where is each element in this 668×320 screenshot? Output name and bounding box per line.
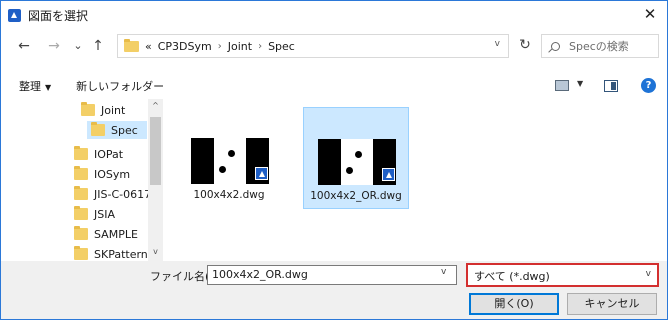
organize-label: 整理	[19, 80, 41, 93]
search-box[interactable]: Specの検索	[541, 34, 659, 58]
search-icon	[551, 41, 560, 51]
new-folder-button[interactable]: 新しいフォルダー	[76, 78, 164, 94]
file-item-selected[interactable]: 100x4x2_OR.dwg	[303, 107, 409, 209]
tree-item-label: IOPat	[94, 147, 124, 161]
breadcrumb-separator[interactable]: ›	[218, 41, 222, 52]
breadcrumb-cp3dsym[interactable]: CP3DSym	[158, 40, 212, 53]
folder-icon	[74, 206, 88, 220]
tree-item-jsia[interactable]: JSIA	[74, 205, 115, 223]
tree-item-spec[interactable]: Spec	[87, 121, 147, 139]
filename-dropdown-icon[interactable]: v	[441, 267, 446, 277]
filename-field[interactable]: 100x4x2_OR.dwg	[207, 265, 457, 285]
tree-item-iosym[interactable]: IOSym	[74, 165, 130, 183]
chevron-down-icon[interactable]: v	[646, 269, 651, 279]
drawing-thumbnail	[318, 139, 396, 185]
open-button[interactable]: 開く(O)	[469, 293, 559, 315]
folder-icon	[74, 226, 88, 240]
scroll-down-icon[interactable]: v	[148, 247, 163, 259]
tree-item-jis-c-0617[interactable]: JIS-C-0617	[74, 185, 151, 203]
view-options-chevron-icon[interactable]: ▼	[577, 79, 583, 88]
file-name-label: 100x4x2_OR.dwg	[310, 190, 402, 202]
tree-item-joint[interactable]: Joint	[81, 101, 145, 119]
scrollbar-thumb[interactable]	[150, 117, 161, 185]
thumbnail-dot	[228, 150, 235, 157]
folder-icon	[81, 102, 95, 116]
file-list: 100x4x2.dwg 100x4x2_OR.dwg	[167, 99, 667, 261]
file-type-value: すべて (*.dwg)	[474, 270, 550, 283]
folder-icon	[74, 186, 88, 200]
file-type-filter[interactable]: すべて (*.dwg) v	[466, 263, 659, 287]
breadcrumb-spec[interactable]: Spec	[268, 40, 295, 53]
help-icon[interactable]: ?	[641, 78, 656, 93]
thumbnail-dot	[219, 166, 226, 173]
preview-pane-icon[interactable]	[604, 80, 618, 92]
address-dropdown-icon[interactable]: v	[495, 39, 500, 49]
dialog-title: 図面を選択	[28, 8, 89, 23]
thumbnail-white-band	[341, 139, 373, 185]
thumbnail-dot	[355, 151, 362, 158]
tree-item-label: SAMPLE	[94, 227, 138, 241]
app-icon	[8, 8, 21, 22]
chevron-down-icon: ▼	[45, 83, 52, 92]
refresh-icon[interactable]: ↻	[516, 37, 534, 55]
folder-icon	[91, 122, 105, 136]
folder-icon	[74, 146, 88, 160]
tree-item-label: SKPatterns	[94, 247, 148, 261]
command-toolbar: 整理 ▼ 新しいフォルダー ▼ ?	[1, 73, 667, 99]
folder-icon	[74, 166, 88, 180]
organize-button[interactable]: 整理 ▼	[19, 78, 51, 94]
cancel-button[interactable]: キャンセル	[567, 293, 657, 315]
tree-item-sample[interactable]: SAMPLE	[74, 225, 138, 243]
breadcrumb-separator[interactable]: ›	[258, 41, 262, 52]
tree-scrollbar[interactable]: ^ v	[148, 99, 163, 261]
autocad-file-icon	[382, 168, 395, 181]
tree-item-label: Spec	[111, 123, 138, 137]
search-input[interactable]: Specの検索	[569, 38, 629, 54]
navigation-pane: Joint Spec IOPat IOSym JIS-C-0617 JSIA S…	[1, 99, 165, 261]
change-view-icon[interactable]	[555, 80, 569, 91]
forward-icon[interactable]: →	[45, 37, 63, 55]
folder-icon	[74, 246, 88, 260]
up-folder-icon[interactable]: ↑	[89, 37, 107, 55]
title-bar: 図面を選択 ✕	[1, 1, 667, 29]
tree-item-label: IOSym	[94, 167, 131, 181]
back-icon[interactable]: ←	[15, 37, 33, 55]
file-open-dialog: 図面を選択 ✕ ← → ⌄ ↑ « CP3DSym › Joint › Spec…	[0, 0, 668, 320]
tree-item-label: Joint	[101, 103, 126, 117]
breadcrumb-overflow[interactable]: «	[145, 40, 152, 53]
thumbnail-dot	[346, 167, 353, 174]
file-name-label: 100x4x2.dwg	[193, 189, 265, 201]
autocad-file-icon	[255, 167, 268, 180]
scroll-up-icon[interactable]: ^	[148, 101, 163, 113]
tree-item-label: JIS-C-0617	[94, 187, 152, 201]
bottom-panel: ファイル名(N): 100x4x2_OR.dwg v すべて (*.dwg) v…	[1, 261, 667, 319]
tree-item-label: JSIA	[94, 207, 115, 221]
file-item[interactable]: 100x4x2.dwg	[177, 107, 283, 209]
drawing-thumbnail	[191, 138, 269, 184]
close-button[interactable]: ✕	[641, 5, 659, 23]
recent-locations-icon[interactable]: ⌄	[69, 37, 87, 55]
tree-item-iopat[interactable]: IOPat	[74, 145, 123, 163]
thumbnail-white-band	[214, 138, 246, 184]
folder-icon	[124, 38, 139, 52]
address-bar[interactable]: « CP3DSym › Joint › Spec v	[117, 34, 509, 58]
navigation-bar: ← → ⌄ ↑ « CP3DSym › Joint › Spec v ↻ Spe…	[1, 31, 667, 61]
breadcrumb-joint[interactable]: Joint	[228, 40, 252, 53]
